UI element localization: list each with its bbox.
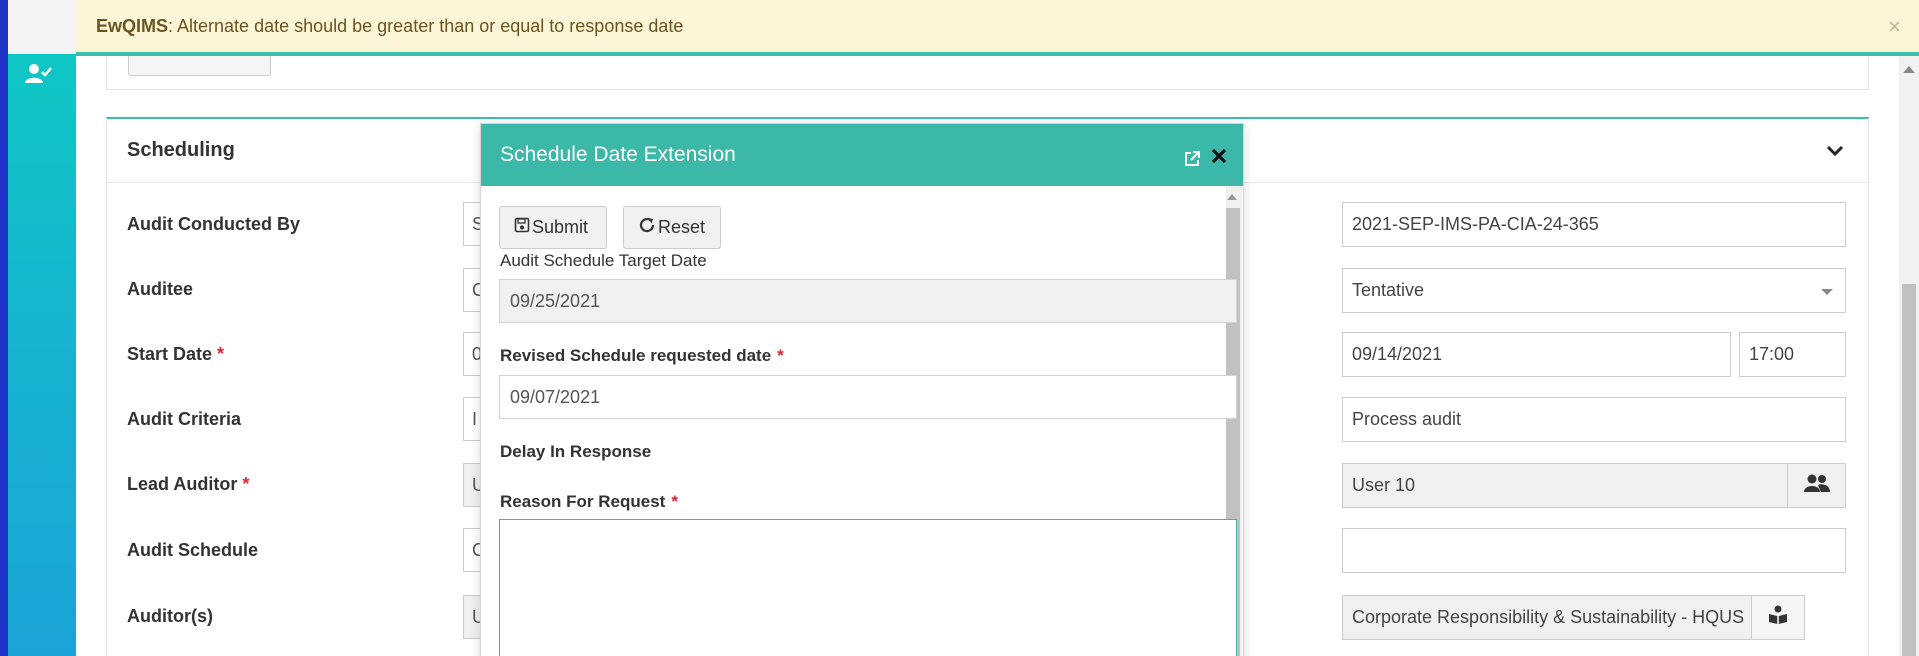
target-date-label: Audit Schedule Target Date	[500, 251, 707, 270]
chevron-down-icon[interactable]	[1824, 139, 1846, 161]
reset-button[interactable]: Reset	[623, 206, 721, 249]
organization-lookup-button[interactable]	[1751, 595, 1805, 640]
target-date-field: 09/25/2021	[499, 279, 1237, 323]
notification-app-name: EwQIMS	[96, 15, 169, 36]
start-date-label: Start Date *	[127, 344, 224, 365]
scheduling-title: Scheduling	[127, 139, 235, 161]
reset-label: Reset	[658, 217, 706, 237]
required-marker: *	[671, 492, 678, 511]
users-lookup-button[interactable]	[1787, 463, 1846, 508]
book-reader-icon	[1768, 605, 1788, 630]
save-icon	[514, 217, 532, 238]
required-marker: *	[242, 474, 250, 494]
auditee-label: Auditee	[127, 279, 194, 299]
reset-icon	[638, 216, 658, 239]
reason-label-text: Reason For Request	[500, 492, 666, 511]
audit-conducted-by-label: Audit Conducted By	[127, 214, 300, 234]
notification-bar: EwQIMS : Alternate date should be greate…	[76, 0, 1919, 56]
revised-date-label: Revised Schedule requested date *	[500, 346, 784, 366]
reference-number-field[interactable]: 2021-SEP-IMS-PA-CIA-24-365	[1342, 202, 1846, 247]
rail-edge	[0, 0, 8, 656]
end-date-field[interactable]: 09/14/2021	[1342, 332, 1731, 377]
delay-in-response-label: Delay In Response	[500, 442, 652, 461]
start-date-label-text: Start Date	[127, 344, 213, 364]
notification-close-icon[interactable]: ×	[1888, 14, 1901, 40]
revised-date-field[interactable]: 09/07/2021	[499, 375, 1237, 419]
scroll-up-icon[interactable]	[1903, 66, 1915, 73]
modal-close-icon[interactable]	[1211, 146, 1227, 168]
audit-type-field[interactable]: Process audit	[1342, 397, 1846, 442]
required-marker: *	[217, 344, 225, 364]
submit-button[interactable]: Submit	[499, 206, 607, 249]
revised-date-label-text: Revised Schedule requested date	[500, 346, 772, 365]
blank-field[interactable]	[1342, 528, 1846, 573]
page-scrollbar-thumb[interactable]	[1902, 284, 1916, 656]
audit-criteria-label: Audit Criteria	[127, 409, 242, 429]
left-rail	[0, 0, 76, 656]
modal-scroll-up-icon[interactable]	[1227, 194, 1237, 200]
status-select-value: Tentative	[1352, 280, 1425, 300]
reason-label: Reason For Request *	[500, 492, 678, 512]
notification-message: : Alternate date should be greater than …	[168, 15, 684, 36]
auditors-label: Auditor(s)	[127, 606, 213, 626]
external-link-icon[interactable]	[1183, 150, 1201, 168]
user-check-icon[interactable]	[24, 62, 52, 86]
organization-field[interactable]: Corporate Responsibility & Sustainabilit…	[1342, 595, 1752, 640]
rail-top	[8, 0, 76, 54]
lead-auditor-label-text: Lead Auditor	[127, 474, 238, 494]
modal-header: Schedule Date Extension	[481, 124, 1243, 186]
users-icon	[1803, 473, 1830, 498]
modal-title: Schedule Date Extension	[500, 143, 736, 166]
end-time-field[interactable]: 17:00	[1739, 332, 1846, 377]
status-select[interactable]: Tentative	[1342, 268, 1846, 313]
required-marker: *	[777, 346, 784, 365]
user-field[interactable]: User 10	[1342, 463, 1788, 508]
caret-down-icon	[1821, 289, 1833, 295]
submit-label: Submit	[532, 217, 589, 237]
lead-auditor-label: Lead Auditor *	[127, 474, 249, 495]
audit-schedule-label: Audit Schedule	[127, 540, 259, 560]
reason-textarea[interactable]	[499, 519, 1237, 656]
